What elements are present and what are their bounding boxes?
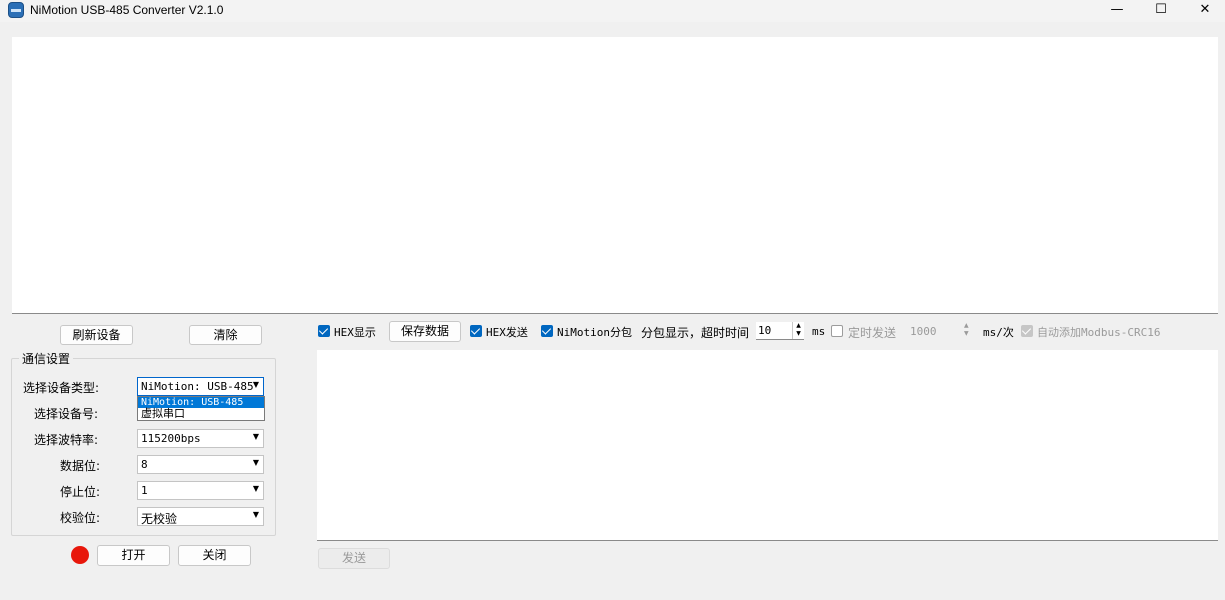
device-no-label: 选择设备号: xyxy=(33,407,98,421)
baud-label: 选择波特率: xyxy=(33,433,98,447)
parity-value: 无校验 xyxy=(141,512,178,526)
baud-value: 115200bps xyxy=(141,432,201,445)
parity-select[interactable]: 无校验 ▼ xyxy=(137,507,264,526)
timeout-spinbox[interactable]: 10 ▲ ▼ xyxy=(756,322,804,340)
packet-timeout-label: 分包显示，超时时间 xyxy=(641,326,750,340)
timeout-unit: ms xyxy=(812,325,826,338)
auto-crc-label: 自动添加Modbus-CRC16 xyxy=(1037,326,1161,339)
clear-button[interactable]: 清除 xyxy=(189,325,262,345)
timed-send-checkbox[interactable] xyxy=(831,325,843,337)
chevron-down-icon: ▼ xyxy=(252,380,259,389)
stop-bits-value: 1 xyxy=(141,484,148,497)
timed-send-label: 定时发送 xyxy=(848,326,897,340)
interval-unit: ms/次 xyxy=(983,326,1014,339)
close-window-button[interactable]: ✕ xyxy=(1182,0,1225,22)
hex-send-checkbox[interactable] xyxy=(470,325,482,337)
device-type-value: NiMotion: USB-485 xyxy=(141,380,254,393)
data-bits-label: 数据位: xyxy=(59,459,100,473)
nimotion-packet-label: NiMotion分包 xyxy=(557,326,632,339)
close-port-button[interactable]: 关闭 xyxy=(178,545,251,566)
save-data-button[interactable]: 保存数据 xyxy=(389,321,461,342)
dropdown-option[interactable]: 虚拟串口 xyxy=(138,408,264,419)
comm-settings-title: 通信设置 xyxy=(19,350,74,367)
maximize-button[interactable]: ☐ xyxy=(1138,0,1184,22)
interval-spin-arrows-icon[interactable]: ▲ ▼ xyxy=(964,322,969,338)
hex-display-checkbox[interactable] xyxy=(318,325,330,337)
data-bits-value: 8 xyxy=(141,458,148,471)
send-button[interactable]: 发送 xyxy=(318,548,390,569)
chevron-down-icon: ▼ xyxy=(252,484,259,493)
parity-label: 校验位: xyxy=(59,511,100,525)
spin-arrows-icon[interactable]: ▲ ▼ xyxy=(792,322,804,339)
stop-bits-select[interactable]: 1 ▼ xyxy=(137,481,264,500)
chevron-down-icon: ▼ xyxy=(252,510,259,519)
hex-send-label: HEX发送 xyxy=(486,326,528,339)
auto-crc-checkbox[interactable] xyxy=(1021,325,1033,337)
chevron-down-icon: ▼ xyxy=(252,458,259,467)
status-indicator-icon xyxy=(71,546,89,564)
hex-display-label: HEX显示 xyxy=(334,326,376,339)
device-type-dropdown: NiMotion: USB-485 虚拟串口 xyxy=(137,396,265,421)
interval-value[interactable]: 1000 xyxy=(910,325,937,338)
window-title: NiMotion USB-485 Converter V2.1.0 xyxy=(30,3,224,17)
send-textarea[interactable] xyxy=(317,350,1218,541)
baud-select[interactable]: 115200bps ▼ xyxy=(137,429,264,448)
app-icon xyxy=(8,2,24,18)
refresh-devices-button[interactable]: 刷新设备 xyxy=(60,325,133,345)
stop-bits-label: 停止位: xyxy=(59,485,100,499)
minimize-button[interactable]: — xyxy=(1094,0,1140,22)
open-button[interactable]: 打开 xyxy=(97,545,170,566)
chevron-down-icon: ▼ xyxy=(252,432,259,441)
timeout-value: 10 xyxy=(758,324,772,337)
device-type-select[interactable]: NiMotion: USB-485 ▼ xyxy=(137,377,264,396)
data-bits-select[interactable]: 8 ▼ xyxy=(137,455,264,474)
device-type-label: 选择设备类型: xyxy=(22,381,99,395)
nimotion-packet-checkbox[interactable] xyxy=(541,325,553,337)
receive-textarea[interactable] xyxy=(12,37,1218,314)
